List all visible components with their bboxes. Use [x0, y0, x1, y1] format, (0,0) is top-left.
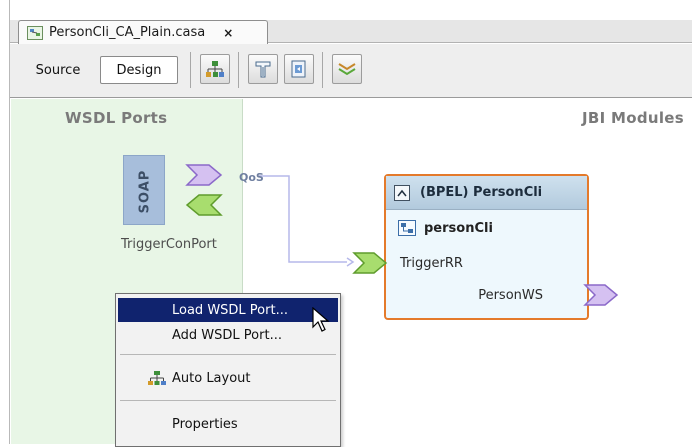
menu-item-label: Add WSDL Port...	[172, 327, 282, 343]
design-view-button[interactable]: Design	[100, 56, 178, 84]
soap-binding-label: SOAP	[137, 169, 153, 213]
top-blank	[0, 0, 692, 20]
provide-endpoint-icon[interactable]	[185, 163, 223, 187]
provide-endpoint-arrow-icon[interactable]	[583, 283, 619, 307]
menu-item-auto-layout[interactable]: Auto Layout	[118, 366, 338, 390]
process-icon	[398, 220, 416, 236]
menu-separator	[120, 354, 336, 355]
menu-item-load-wsdl-port[interactable]: Load WSDL Port...	[118, 298, 338, 322]
collapse-icon[interactable]	[394, 184, 410, 201]
auto-layout-icon	[148, 371, 166, 385]
qos-link-label[interactable]: QoS	[239, 171, 264, 184]
build-icon[interactable]	[248, 54, 278, 84]
design-canvas[interactable]: WSDL Ports JBI Modules SOAP QoS TriggerC…	[11, 99, 692, 447]
consume-endpoint-arrow-icon[interactable]	[352, 251, 388, 275]
left-gutter	[0, 0, 10, 444]
tab-title: PersonCli_CA_Plain.casa	[49, 25, 206, 40]
toolbar-separator	[322, 52, 323, 88]
menu-item-label: Properties	[172, 416, 238, 432]
tab-casa-file[interactable]: PersonCli_CA_Plain.casa ×	[18, 20, 268, 44]
menu-item-label: Load WSDL Port...	[172, 302, 288, 318]
mouse-pointer-icon	[312, 307, 330, 332]
deploy-icon[interactable]	[284, 54, 314, 84]
casa-file-icon	[27, 25, 43, 40]
toolbar-separator	[190, 52, 191, 88]
menu-item-properties[interactable]: Properties	[118, 412, 338, 436]
consumer-endpoint-label: TriggerRR	[400, 256, 463, 271]
menu-item-add-wsdl-port[interactable]: Add WSDL Port...	[118, 323, 338, 347]
soap-port[interactable]: SOAP	[123, 155, 165, 225]
wsdl-port-name: TriggerConPort	[121, 237, 217, 252]
bpel-module-title: (BPEL) PersonCli	[420, 185, 543, 200]
context-menu: Load WSDL Port... Add WSDL Port... Auto …	[115, 293, 341, 447]
editor-toolbar: Source Design	[10, 44, 692, 98]
tab-close-icon[interactable]: ×	[223, 26, 233, 40]
editor-tab-bar: PersonCli_CA_Plain.casa ×	[10, 20, 692, 44]
bpel-service-unit[interactable]: (BPEL) PersonCli personCli TriggerRR Per…	[384, 174, 589, 320]
menu-item-label: Auto Layout	[172, 370, 251, 386]
provider-endpoint-label: PersonWS	[478, 288, 543, 303]
bpel-process-name: personCli	[424, 220, 493, 236]
toolbar-separator	[238, 52, 239, 88]
source-view-button[interactable]: Source	[26, 56, 90, 84]
auto-layout-icon[interactable]	[200, 54, 230, 84]
consume-endpoint-icon[interactable]	[185, 193, 223, 217]
bpel-header[interactable]: (BPEL) PersonCli	[386, 176, 587, 210]
menu-separator	[120, 400, 336, 401]
bpel-process-row[interactable]: personCli	[398, 220, 493, 236]
validate-icon[interactable]	[332, 54, 362, 84]
